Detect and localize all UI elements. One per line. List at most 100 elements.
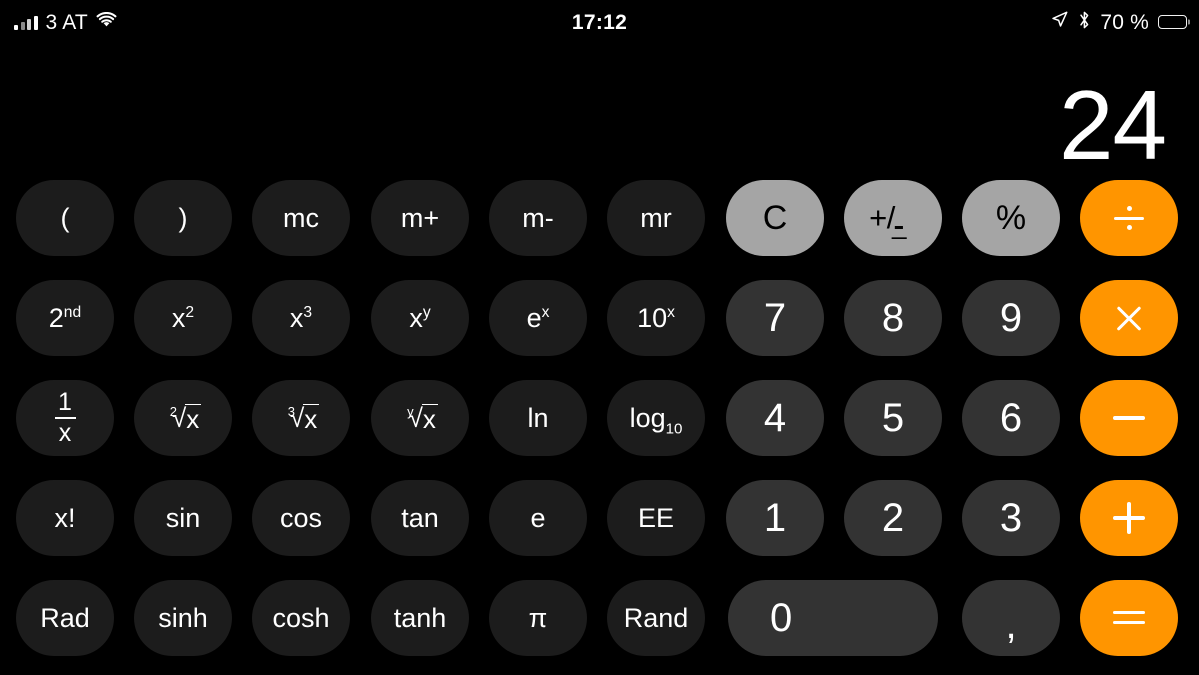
equals-button[interactable] bbox=[1080, 580, 1178, 656]
ten-power-x-button[interactable]: 10x bbox=[607, 280, 705, 356]
key-label: C bbox=[762, 198, 788, 237]
tangent-button[interactable]: tan bbox=[371, 480, 469, 556]
calculator-app: 3 AT 17:12 70 % 24 () mc m+ m- mr C +/ … bbox=[0, 0, 1199, 675]
hyperbolic-tangent-button[interactable]: tanh bbox=[371, 580, 469, 656]
keypad: ( ) mc m+ m- mr C +/ _ % 2nd x2 x3 xy ex… bbox=[0, 172, 1199, 672]
clock-label: 17:12 bbox=[571, 10, 628, 34]
radian-mode-button[interactable]: Rad bbox=[16, 580, 114, 656]
y-root-button[interactable]: y √ x bbox=[371, 380, 469, 456]
key-label: 4 bbox=[763, 395, 787, 440]
key-label: y √ x bbox=[407, 403, 438, 434]
keypad-row-2: 2nd x2 x3 xy ex 10x 7 8 9 bbox=[0, 280, 1199, 356]
plus-minus-button[interactable]: +/ _ bbox=[844, 180, 942, 256]
decimal-separator-button[interactable]: , bbox=[962, 580, 1060, 656]
bluetooth-icon bbox=[1078, 10, 1091, 35]
key-label: Rand bbox=[623, 602, 689, 633]
hyperbolic-sine-button[interactable]: sinh bbox=[134, 580, 232, 656]
digit-5-button[interactable]: 5 bbox=[844, 380, 942, 456]
key-label: 3 bbox=[999, 495, 1023, 540]
key-label: 6 bbox=[999, 395, 1023, 440]
key-label: ln bbox=[527, 402, 549, 433]
multiply-button[interactable] bbox=[1080, 280, 1178, 356]
key-label: 9 bbox=[999, 295, 1023, 340]
digit-7-button[interactable]: 7 bbox=[726, 280, 824, 356]
close-paren-button[interactable]: ) bbox=[134, 180, 232, 256]
key-label: 7 bbox=[763, 295, 787, 340]
key-label: π bbox=[528, 602, 548, 633]
keypad-row-3: 1 x 2 √ x 3 √ x y √ x ln log10 4 5 6 bbox=[0, 380, 1199, 456]
key-label: sin bbox=[165, 502, 201, 533]
memory-subtract-button[interactable]: m- bbox=[489, 180, 587, 256]
euler-constant-button[interactable]: e bbox=[489, 480, 587, 556]
exponent-ee-button[interactable]: EE bbox=[607, 480, 705, 556]
key-label: 2 bbox=[881, 495, 905, 540]
divide-icon bbox=[1112, 201, 1146, 235]
digit-4-button[interactable]: 4 bbox=[726, 380, 824, 456]
digit-8-button[interactable]: 8 bbox=[844, 280, 942, 356]
percent-button[interactable]: % bbox=[962, 180, 1060, 256]
open-paren-button[interactable]: ( bbox=[16, 180, 114, 256]
digit-2-button[interactable]: 2 bbox=[844, 480, 942, 556]
key-label: cosh bbox=[272, 602, 330, 633]
power-y-button[interactable]: xy bbox=[371, 280, 469, 356]
status-bar-center: 17:12 bbox=[0, 0, 1199, 44]
key-label: 2nd bbox=[48, 302, 82, 333]
key-label: 5 bbox=[881, 395, 905, 440]
key-label: +/ _ bbox=[869, 200, 906, 240]
key-label: 0 bbox=[770, 595, 793, 640]
equals-icon bbox=[1112, 608, 1146, 628]
add-button[interactable] bbox=[1080, 480, 1178, 556]
key-label: log10 bbox=[629, 402, 683, 437]
display-value: 24 bbox=[1058, 69, 1167, 180]
factorial-button[interactable]: x! bbox=[16, 480, 114, 556]
key-label: mc bbox=[283, 202, 319, 233]
hyperbolic-cosine-button[interactable]: cosh bbox=[252, 580, 350, 656]
digit-6-button[interactable]: 6 bbox=[962, 380, 1060, 456]
cube-button[interactable]: x3 bbox=[252, 280, 350, 356]
key-label: % bbox=[995, 198, 1027, 237]
memory-recall-button[interactable]: mr bbox=[607, 180, 705, 256]
random-button[interactable]: Rand bbox=[607, 580, 705, 656]
plus-icon bbox=[1112, 501, 1146, 535]
memory-clear-button[interactable]: mc bbox=[252, 180, 350, 256]
natural-log-button[interactable]: ln bbox=[489, 380, 587, 456]
key-label: x3 bbox=[289, 302, 313, 333]
key-label: ( bbox=[60, 202, 70, 233]
divide-button[interactable] bbox=[1080, 180, 1178, 256]
cosine-button[interactable]: cos bbox=[252, 480, 350, 556]
e-power-x-button[interactable]: ex bbox=[489, 280, 587, 356]
key-label: x2 bbox=[171, 302, 195, 333]
key-label: ex bbox=[526, 302, 550, 333]
log-base-10-button[interactable]: log10 bbox=[607, 380, 705, 456]
key-label: 10x bbox=[637, 302, 675, 333]
second-function-button[interactable]: 2nd bbox=[16, 280, 114, 356]
key-label: tan bbox=[401, 502, 439, 533]
square-button[interactable]: x2 bbox=[134, 280, 232, 356]
calculator-display: 24 bbox=[0, 44, 1199, 180]
status-bar-right: 70 % bbox=[1050, 0, 1190, 44]
memory-add-button[interactable]: m+ bbox=[371, 180, 469, 256]
key-label: x! bbox=[54, 502, 76, 533]
digit-0-button[interactable]: 0 bbox=[728, 580, 938, 656]
minus-icon bbox=[1113, 416, 1145, 420]
key-label: 3 √ x bbox=[287, 403, 320, 434]
key-label: mr bbox=[640, 202, 672, 233]
key-label: 2 √ x bbox=[169, 403, 202, 434]
cube-root-button[interactable]: 3 √ x bbox=[252, 380, 350, 456]
key-label: ) bbox=[178, 202, 188, 233]
key-label: e bbox=[530, 502, 546, 533]
reciprocal-button[interactable]: 1 x bbox=[16, 380, 114, 456]
key-label: Rad bbox=[40, 602, 90, 633]
key-label: EE bbox=[637, 502, 675, 533]
square-root-button[interactable]: 2 √ x bbox=[134, 380, 232, 456]
sine-button[interactable]: sin bbox=[134, 480, 232, 556]
pi-constant-button[interactable]: π bbox=[489, 580, 587, 656]
key-label: cos bbox=[279, 502, 323, 533]
multiply-icon bbox=[1112, 301, 1146, 335]
digit-3-button[interactable]: 3 bbox=[962, 480, 1060, 556]
digit-9-button[interactable]: 9 bbox=[962, 280, 1060, 356]
keypad-row-1: ( ) mc m+ m- mr C +/ _ % bbox=[0, 180, 1199, 256]
digit-1-button[interactable]: 1 bbox=[726, 480, 824, 556]
subtract-button[interactable] bbox=[1080, 380, 1178, 456]
clear-button[interactable]: C bbox=[726, 180, 824, 256]
